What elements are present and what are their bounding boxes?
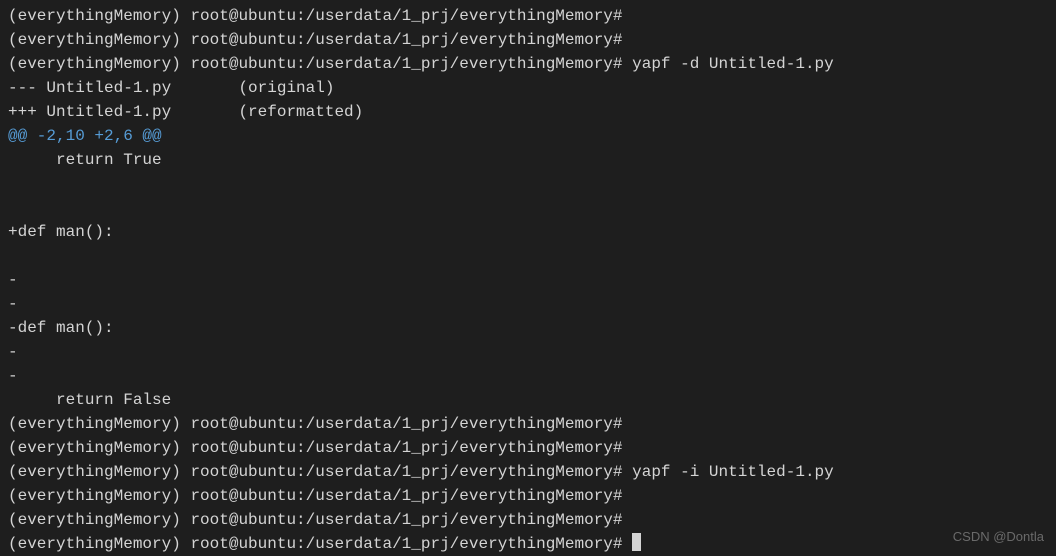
terminal-line: (everythingMemory) root@ubuntu:/userdata… bbox=[8, 52, 1048, 76]
output-text: - bbox=[8, 367, 18, 385]
terminal-line: --- Untitled-1.py (original) bbox=[8, 76, 1048, 100]
terminal-line: - bbox=[8, 364, 1048, 388]
shell-prompt: root@ubuntu:/userdata/1_prj/everythingMe… bbox=[190, 535, 622, 553]
venv-prefix: (everythingMemory) bbox=[8, 55, 190, 73]
command-text bbox=[623, 535, 633, 553]
terminal-line: (everythingMemory) root@ubuntu:/userdata… bbox=[8, 508, 1048, 532]
venv-prefix: (everythingMemory) bbox=[8, 415, 190, 433]
output-text: - bbox=[8, 295, 18, 313]
output-text: --- Untitled-1.py (original) bbox=[8, 79, 334, 97]
venv-prefix: (everythingMemory) bbox=[8, 511, 190, 529]
command-text: yapf -i Untitled-1.py bbox=[623, 463, 834, 481]
venv-prefix: (everythingMemory) bbox=[8, 535, 190, 553]
output-text: +def man(): bbox=[8, 223, 114, 241]
terminal-output[interactable]: (everythingMemory) root@ubuntu:/userdata… bbox=[8, 4, 1048, 556]
terminal-line: (everythingMemory) root@ubuntu:/userdata… bbox=[8, 484, 1048, 508]
terminal-line bbox=[8, 196, 1048, 220]
terminal-line: +++ Untitled-1.py (reformatted) bbox=[8, 100, 1048, 124]
shell-prompt: root@ubuntu:/userdata/1_prj/everythingMe… bbox=[190, 7, 622, 25]
output-text: -def man(): bbox=[8, 319, 114, 337]
shell-prompt: root@ubuntu:/userdata/1_prj/everythingMe… bbox=[190, 487, 622, 505]
command-text: yapf -d Untitled-1.py bbox=[623, 55, 834, 73]
terminal-line: -def man(): bbox=[8, 316, 1048, 340]
venv-prefix: (everythingMemory) bbox=[8, 463, 190, 481]
output-text: +++ Untitled-1.py (reformatted) bbox=[8, 103, 363, 121]
terminal-line bbox=[8, 244, 1048, 268]
watermark-text: CSDN @Dontla bbox=[953, 527, 1044, 547]
terminal-line: (everythingMemory) root@ubuntu:/userdata… bbox=[8, 436, 1048, 460]
shell-prompt: root@ubuntu:/userdata/1_prj/everythingMe… bbox=[190, 31, 622, 49]
shell-prompt: root@ubuntu:/userdata/1_prj/everythingMe… bbox=[190, 463, 622, 481]
venv-prefix: (everythingMemory) bbox=[8, 487, 190, 505]
output-text: return True bbox=[8, 151, 162, 169]
shell-prompt: root@ubuntu:/userdata/1_prj/everythingMe… bbox=[190, 55, 622, 73]
cursor-block bbox=[632, 533, 641, 551]
shell-prompt: root@ubuntu:/userdata/1_prj/everythingMe… bbox=[190, 511, 622, 529]
terminal-line: return True bbox=[8, 148, 1048, 172]
terminal-line: - bbox=[8, 292, 1048, 316]
terminal-line bbox=[8, 172, 1048, 196]
output-text bbox=[8, 175, 18, 193]
venv-prefix: (everythingMemory) bbox=[8, 31, 190, 49]
output-text: - bbox=[8, 343, 18, 361]
output-text bbox=[8, 199, 18, 217]
output-text: - bbox=[8, 271, 18, 289]
output-text: return False bbox=[8, 391, 171, 409]
shell-prompt: root@ubuntu:/userdata/1_prj/everythingMe… bbox=[190, 415, 622, 433]
venv-prefix: (everythingMemory) bbox=[8, 7, 190, 25]
terminal-line: (everythingMemory) root@ubuntu:/userdata… bbox=[8, 28, 1048, 52]
terminal-line: (everythingMemory) root@ubuntu:/userdata… bbox=[8, 460, 1048, 484]
terminal-line: @@ -2,10 +2,6 @@ bbox=[8, 124, 1048, 148]
terminal-line: (everythingMemory) root@ubuntu:/userdata… bbox=[8, 4, 1048, 28]
output-text bbox=[8, 247, 18, 265]
terminal-line: (everythingMemory) root@ubuntu:/userdata… bbox=[8, 532, 1048, 556]
diff-hunk-header: @@ -2,10 +2,6 @@ bbox=[8, 127, 162, 145]
terminal-line: +def man(): bbox=[8, 220, 1048, 244]
terminal-line: - bbox=[8, 268, 1048, 292]
terminal-line: - bbox=[8, 340, 1048, 364]
venv-prefix: (everythingMemory) bbox=[8, 439, 190, 457]
shell-prompt: root@ubuntu:/userdata/1_prj/everythingMe… bbox=[190, 439, 622, 457]
terminal-line: return False bbox=[8, 388, 1048, 412]
terminal-line: (everythingMemory) root@ubuntu:/userdata… bbox=[8, 412, 1048, 436]
